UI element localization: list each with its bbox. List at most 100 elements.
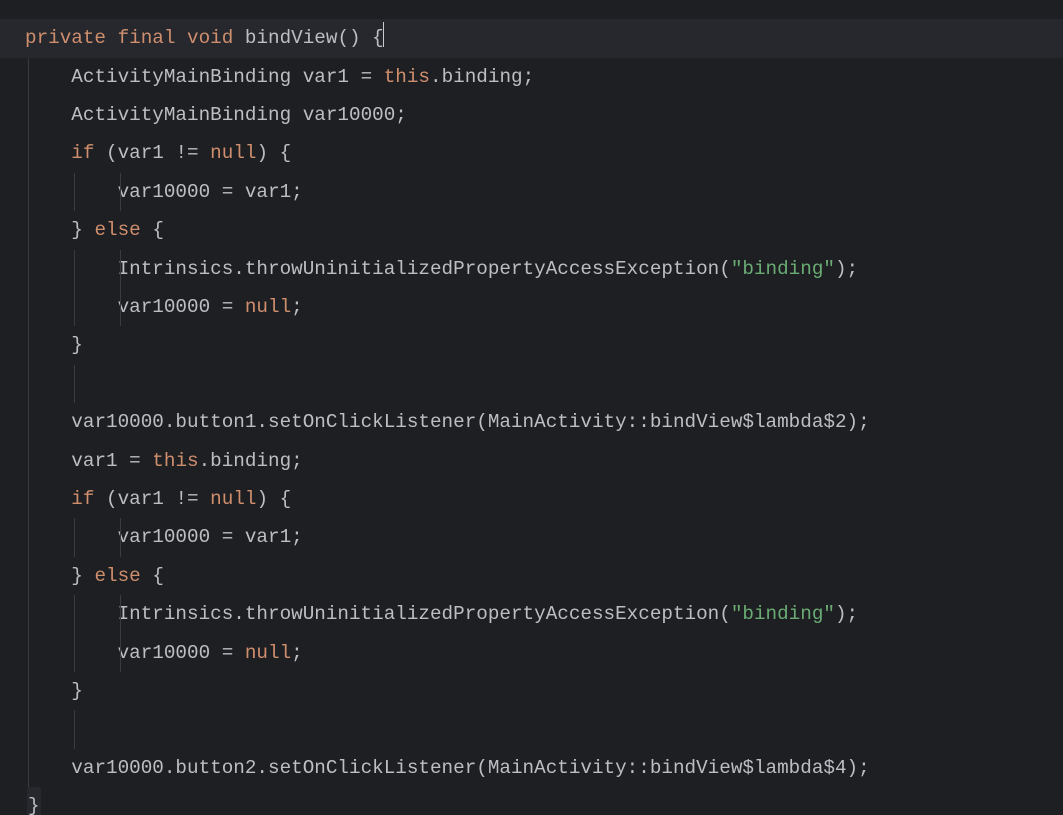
code-line[interactable]: } else { [0,557,1063,595]
indent-guide [120,518,121,556]
code-line[interactable]: var10000 = var1; [0,173,1063,211]
indent-guide [28,710,29,748]
code-token: ) { [256,142,291,164]
keyword-token: else [94,219,140,241]
code-token: var10000 = var1; [118,181,303,203]
code-token: } [71,334,83,356]
code-token [106,27,118,49]
code-line[interactable]: var10000 = var1; [0,518,1063,556]
keyword-token: this [384,66,430,88]
indent-guide [28,326,29,364]
keyword-token: null [210,142,256,164]
indent-guide [120,173,121,211]
indent-guide [28,173,29,211]
code-line[interactable]: var10000 = null; [0,288,1063,326]
code-token: ) { [256,488,291,510]
code-token: var10000 = var1; [118,526,303,548]
code-token: } [71,565,94,587]
code-token: Intrinsics.throwUninitializedPropertyAcc… [118,258,731,280]
keyword-token: this [152,450,198,472]
code-line[interactable]: } [0,326,1063,364]
code-token: ; [291,642,303,664]
indent-guide [28,134,29,172]
indent-guide [120,288,121,326]
indent-guide [74,634,75,672]
keyword-token: private [25,27,106,49]
code-line[interactable] [0,710,1063,748]
keyword-token: final [118,27,176,49]
code-line[interactable]: } [0,672,1063,710]
code-line[interactable]: var10000.button1.setOnClickListener(Main… [0,403,1063,441]
code-token: { [141,565,164,587]
keyword-token: if [71,142,94,164]
code-line[interactable]: private final void bindView() { [0,19,1063,57]
code-token: var10000 = [118,296,245,318]
code-line[interactable]: } [0,787,1063,815]
code-token: ; [291,296,303,318]
indent-guide [28,672,29,710]
keyword-token: void [187,27,233,49]
code-line[interactable] [0,365,1063,403]
code-line[interactable]: var10000 = null; [0,634,1063,672]
indent-guide [120,634,121,672]
caret [383,22,385,47]
string-token: "binding" [731,603,835,625]
code-line[interactable]: Intrinsics.throwUninitializedPropertyAcc… [0,250,1063,288]
code-token: var1 = [71,450,152,472]
indent-guide [28,403,29,441]
indent-guide [28,749,29,787]
code-line[interactable]: } else { [0,211,1063,249]
indent-guide [74,518,75,556]
code-line[interactable]: var1 = this.binding; [0,442,1063,480]
indent-guide [28,595,29,633]
code-token: var10000.button1.setOnClickListener(Main… [71,411,869,433]
keyword-token: null [245,296,291,318]
code-editor[interactable]: private final void bindView() { Activity… [0,19,1063,815]
code-token: (var1 != [94,488,210,510]
code-token [175,27,187,49]
code-token: Intrinsics.throwUninitializedPropertyAcc… [118,603,731,625]
code-line[interactable]: var10000.button2.setOnClickListener(Main… [0,749,1063,787]
method-closing-brace: } [27,787,41,815]
string-token: "binding" [731,258,835,280]
indent-guide [74,595,75,633]
code-token: ActivityMainBinding var1 = [71,66,383,88]
code-token: .binding; [430,66,534,88]
indent-guide [74,710,75,748]
code-token: ActivityMainBinding var10000; [71,104,407,126]
keyword-token: null [210,488,256,510]
code-line[interactable]: if (var1 != null) { [0,134,1063,172]
indent-guide [28,557,29,595]
indent-guide [74,365,75,403]
code-line[interactable]: ActivityMainBinding var1 = this.binding; [0,58,1063,96]
indent-guide [28,288,29,326]
code-token: .binding; [199,450,303,472]
keyword-token: null [245,642,291,664]
indent-guide [28,634,29,672]
indent-guide [74,173,75,211]
code-line[interactable]: if (var1 != null) { [0,480,1063,518]
indent-guide [28,96,29,134]
code-token: var10000 = [118,642,245,664]
code-token: var10000.button2.setOnClickListener(Main… [71,757,869,779]
code-token: } [71,219,94,241]
code-token: ); [835,603,858,625]
indent-guide [120,250,121,288]
keyword-token: else [94,565,140,587]
indent-guide [28,365,29,403]
code-token: } [71,680,83,702]
indent-guide [74,250,75,288]
code-token: (var1 != [94,142,210,164]
indent-guide [28,518,29,556]
keyword-token: if [71,488,94,510]
code-line[interactable]: Intrinsics.throwUninitializedPropertyAcc… [0,595,1063,633]
indent-guide [28,58,29,96]
code-token: { [141,219,164,241]
indent-guide [120,595,121,633]
code-token: bindView() [233,27,372,49]
code-line[interactable]: ActivityMainBinding var10000; [0,96,1063,134]
indent-guide [28,211,29,249]
indent-guide [28,250,29,288]
code-token: ); [835,258,858,280]
indent-guide [28,480,29,518]
